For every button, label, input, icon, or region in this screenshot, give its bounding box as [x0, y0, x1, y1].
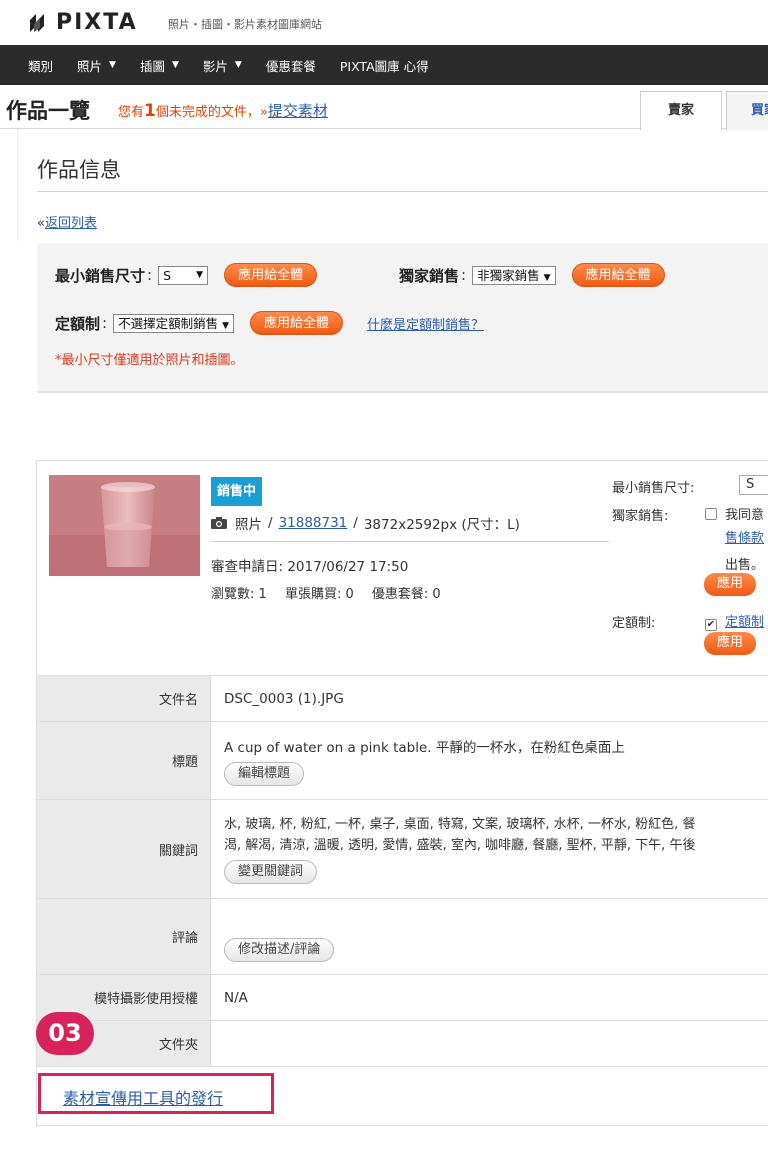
- item-info-divider: [211, 541, 609, 542]
- glass-photo: [49, 475, 200, 576]
- model-release-value: N/A: [224, 989, 248, 1006]
- pixta-logo[interactable]: PIXTA: [28, 10, 138, 35]
- item-fixed-rate-label: 定額制:: [612, 616, 656, 631]
- exclusive-agree: 我同意: [705, 504, 764, 523]
- back-to-list-link[interactable]: 返回列表: [45, 216, 97, 231]
- comment-value: 修改描述/評論: [211, 899, 768, 974]
- item-exclusive-label: 獨家銷售:: [612, 509, 669, 524]
- section-title: 作品信息: [37, 158, 121, 182]
- caret-down-icon: ▼: [543, 272, 551, 283]
- item-id-link[interactable]: 31888731: [279, 515, 348, 531]
- nav-item-illustrations[interactable]: 插圖 ▼: [140, 56, 179, 75]
- caret-down-icon: ▼: [196, 269, 204, 280]
- submit-material-link[interactable]: 提交素材: [268, 102, 328, 120]
- table-row-keywords: 關鍵詞 水, 玻璃, 杯, 粉紅, 一杯, 桌子, 桌面, 特寫, 文案, 玻璃…: [37, 800, 768, 899]
- item-detail-table: 文件名 DSC_0003 (1).JPG 標題 A cup of water o…: [37, 675, 768, 1067]
- sales-terms-link[interactable]: 售條款: [725, 527, 764, 546]
- promo-tool-highlight: 素材宣傳用工具的發行: [38, 1073, 274, 1114]
- tab-seller[interactable]: 賣家: [640, 91, 722, 130]
- caret-down-icon: ▼: [222, 320, 230, 331]
- nav-item-categories[interactable]: 類別: [28, 56, 53, 75]
- fixed-rate-select[interactable]: 不選擇定額制銷售 ▼: [113, 313, 235, 333]
- fixed-rate-checkbox[interactable]: ✔: [705, 619, 717, 631]
- fixed-rate-option: ✔ 定額制: [705, 611, 764, 631]
- min-size-select[interactable]: S ▼: [158, 265, 209, 285]
- item-min-size-label: 最小銷售尺寸:: [612, 481, 695, 496]
- keywords-line-1: 水, 玻璃, 杯, 粉紅, 一杯, 桌子, 桌面, 特寫, 文案, 玻璃杯, 水…: [224, 817, 696, 832]
- fixed-rate-label: 定額制: [55, 314, 101, 333]
- brand-name: PIXTA: [56, 10, 138, 35]
- promo-tool-link[interactable]: 素材宣傳用工具的發行: [63, 1085, 223, 1109]
- min-size-note: *最小尺寸僅適用於照片和插圖。: [55, 353, 244, 368]
- section-divider: [37, 191, 768, 192]
- incomplete-notice: 您有1個未完成的文件，»提交素材: [118, 101, 328, 121]
- page-heading: 作品一覽 您有1個未完成的文件，»提交素材 賣家 買家: [0, 85, 768, 130]
- keywords-value: 水, 玻璃, 杯, 粉紅, 一杯, 桌子, 桌面, 特寫, 文案, 玻璃杯, 水…: [211, 800, 768, 898]
- back-to-list: «返回列表: [37, 216, 97, 231]
- review-date: 審查申請日: 2017/06/27 17:50: [211, 559, 409, 575]
- apply-exclusive-button[interactable]: 應用給全體: [571, 263, 665, 287]
- min-size-row: 最小銷售尺寸 : S ▼ 應用給全體: [55, 263, 318, 287]
- view-count: 瀏覽數: 1: [211, 587, 267, 602]
- item-title: A cup of water on a pink table. 平靜的一杯水，在…: [224, 739, 625, 756]
- item-min-size-select[interactable]: S: [739, 475, 768, 495]
- title-label: 標題: [37, 722, 211, 799]
- table-row-filename: 文件名 DSC_0003 (1).JPG: [37, 676, 768, 722]
- min-size-label: 最小銷售尺寸: [55, 266, 146, 285]
- folder-value: [211, 1021, 768, 1066]
- caret-down-icon: ▼: [171, 60, 179, 70]
- item-thumbnail[interactable]: [49, 475, 200, 576]
- exclusive-select[interactable]: 非獨家銷售 ▼: [472, 265, 556, 285]
- comment-label: 評論: [37, 899, 211, 974]
- exclusive-tail: 出售。: [725, 558, 765, 573]
- apply-min-size-button[interactable]: 應用給全體: [224, 263, 318, 287]
- item-type: 照片: [235, 517, 262, 533]
- exclusive-row: 獨家銷售 : 非獨家銷售 ▼ 應用給全體: [399, 263, 665, 287]
- edit-title-button[interactable]: 編輯標題: [224, 761, 305, 786]
- brand-tagline: 照片・插圖・影片素材圖庫網站: [168, 18, 322, 31]
- table-row-comment: 評論 修改描述/評論: [37, 899, 768, 975]
- bulk-settings-panel: 最小銷售尺寸 : S ▼ 應用給全體 獨家銷售 : 非獨家銷售 ▼ 應用給全體 定額…: [37, 243, 768, 393]
- camera-icon: [211, 517, 227, 529]
- keywords-label: 關鍵詞: [37, 800, 211, 898]
- fixed-rate-help-link[interactable]: 什麼是定額制銷售？: [367, 314, 484, 333]
- nav-item-videos[interactable]: 影片 ▼: [203, 56, 242, 75]
- main-nav: 類別 照片 ▼ 插圖 ▼ 影片 ▼ 優惠套餐 PIXTA圖庫 心得: [0, 45, 768, 85]
- table-row-title: 標題 A cup of water on a pink table. 平靜的一杯…: [37, 722, 768, 800]
- left-divider: [0, 129, 18, 241]
- step-number-badge: 03: [36, 1012, 94, 1055]
- single-purchase-count: 單張購買: 0: [284, 587, 354, 602]
- filename-label: 文件名: [37, 676, 211, 721]
- top-header: PIXTA 照片・插圖・影片素材圖庫網站: [0, 0, 768, 45]
- title-value: A cup of water on a pink table. 平靜的一杯水，在…: [211, 722, 768, 799]
- caret-down-icon: ▼: [234, 60, 242, 70]
- incomplete-count: 1: [144, 101, 156, 121]
- page-title: 作品一覽: [6, 99, 90, 123]
- apply-fixed-rate-item-button[interactable]: 應用: [704, 632, 756, 655]
- item-info-line: 照片 / 31888731 / 3872x2592px (尺寸：L): [211, 513, 520, 533]
- caret-down-icon: ▼: [109, 60, 116, 70]
- exclusive-checkbox[interactable]: [705, 508, 717, 520]
- edit-comment-button[interactable]: 修改描述/評論: [224, 938, 335, 962]
- package-count: 優惠套餐: 0: [371, 587, 441, 602]
- apply-exclusive-item-button[interactable]: 應用: [704, 573, 756, 596]
- item-dimensions: 3872x2592px (尺寸：L): [363, 517, 520, 533]
- tab-buyer[interactable]: 買家: [726, 91, 768, 130]
- item-stats: 瀏覽數: 1 單張購買: 0 優惠套餐: 0: [211, 583, 441, 602]
- table-row-model-release: 模特攝影使用授權 N/A: [37, 975, 768, 1021]
- nav-item-packages[interactable]: 優惠套餐: [266, 56, 316, 75]
- fixed-rate-link[interactable]: 定額制: [725, 615, 764, 630]
- exclusive-label: 獨家銷售: [399, 266, 460, 285]
- nav-item-photos[interactable]: 照片 ▼: [77, 56, 116, 75]
- nav-item-tips[interactable]: PIXTA圖庫 心得: [340, 56, 429, 75]
- fixed-rate-row: 定額制 : 不選擇定額制銷售 ▼ 應用給全體 什麼是定額制銷售？: [55, 311, 484, 335]
- filename-value: DSC_0003 (1).JPG: [224, 690, 344, 707]
- table-row-folder: 文件夾: [37, 1021, 768, 1067]
- keywords-line-2: 渴, 解渴, 清涼, 溫暖, 透明, 愛情, 盛裝, 室內, 咖啡廳, 餐廳, …: [224, 838, 696, 853]
- item-card: 銷售中 照片 / 31888731 / 3872x2592px (尺寸：L) 審…: [36, 460, 768, 1126]
- edit-keywords-button[interactable]: 變更關鍵詞: [224, 860, 318, 884]
- apply-fixed-rate-button[interactable]: 應用給全體: [250, 311, 344, 335]
- pixta-logo-icon: [30, 13, 44, 32]
- status-badge: 銷售中: [211, 477, 263, 506]
